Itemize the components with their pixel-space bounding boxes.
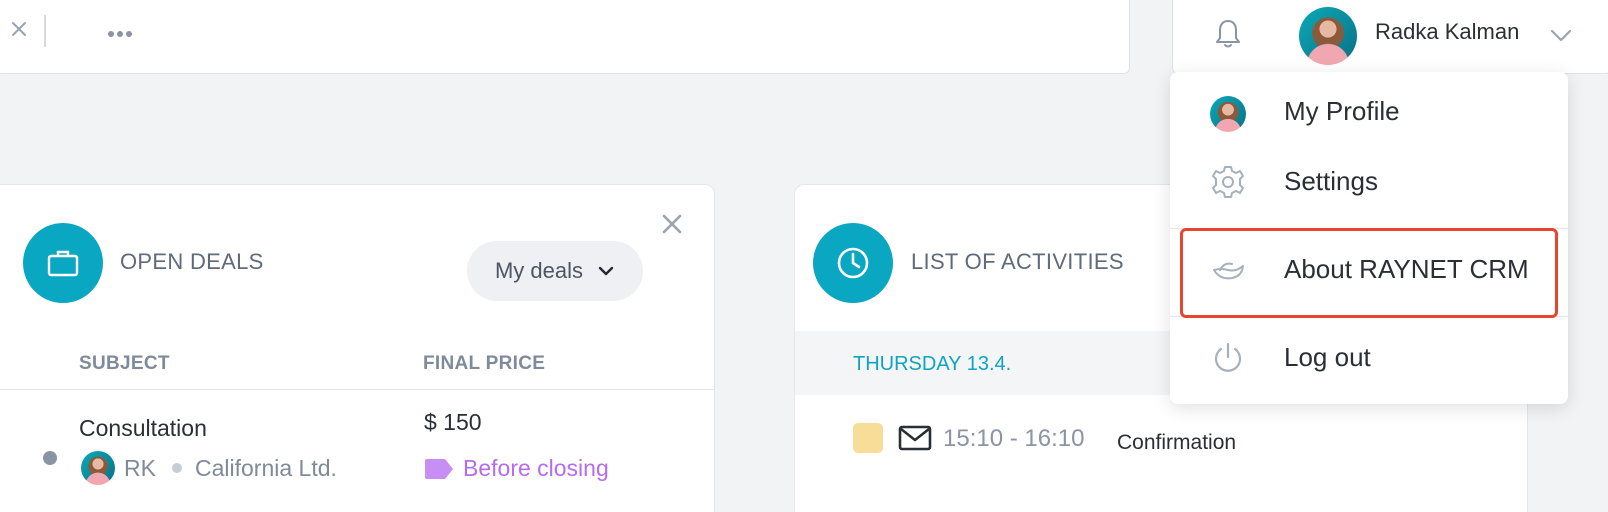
top-toolbar <box>0 0 1130 74</box>
activity-color-marker <box>853 423 883 453</box>
status-dot <box>43 451 57 465</box>
clock-icon <box>813 223 893 303</box>
deal-subject[interactable]: Consultation <box>79 415 207 442</box>
date-label: THURSDAY 13.4. <box>853 353 1012 375</box>
deal-owner: RK <box>124 455 156 481</box>
widget-title: OPEN DEALS <box>120 249 264 274</box>
highlight-box <box>1180 228 1558 318</box>
power-icon <box>1214 342 1242 372</box>
user-name[interactable]: Radka Kalman <box>1375 19 1519 45</box>
menu-item-my-profile[interactable]: My Profile <box>1170 76 1568 144</box>
tag-icon <box>425 459 453 479</box>
deal-price: $ 150 <box>424 409 482 435</box>
menu-item-label: Log out <box>1284 342 1371 372</box>
briefcase-icon <box>23 223 103 303</box>
chevron-down-icon[interactable] <box>1547 21 1575 49</box>
menu-item-settings[interactable]: Settings <box>1170 146 1568 214</box>
column-header-subject[interactable]: SUBJECT <box>79 353 170 375</box>
activity-time: 15:10 - 16:10 <box>943 425 1085 452</box>
gear-icon <box>1212 166 1244 198</box>
mail-icon <box>898 425 932 451</box>
avatar <box>1210 96 1246 132</box>
deal-company[interactable]: California Ltd. <box>195 455 337 482</box>
owner-avatar <box>81 451 115 485</box>
activity-title[interactable]: Confirmation <box>1117 431 1236 455</box>
bell-icon[interactable] <box>1211 17 1245 51</box>
menu-item-label: My Profile <box>1284 96 1400 126</box>
user-bar: Radka Kalman <box>1172 0 1608 74</box>
deal-stage: Before closing <box>463 455 609 481</box>
deals-filter-dropdown[interactable]: My deals <box>467 241 643 301</box>
menu-item-label: Settings <box>1284 166 1378 196</box>
deals-filter-label: My deals <box>494 258 584 283</box>
header-divider <box>0 389 714 390</box>
menu-item-log-out[interactable]: Log out <box>1170 322 1568 390</box>
close-widget-icon[interactable] <box>659 211 685 237</box>
more-options-icon[interactable] <box>108 31 132 37</box>
close-icon[interactable] <box>7 17 31 41</box>
open-deals-widget: OPEN DEALS My deals SUBJECT FINAL PRICE … <box>0 184 715 512</box>
column-header-final-price[interactable]: FINAL PRICE <box>423 353 545 375</box>
separator-dot <box>172 463 182 473</box>
toolbar-divider <box>44 15 46 47</box>
widget-title: LIST OF ACTIVITIES <box>911 249 1124 274</box>
user-avatar[interactable] <box>1299 7 1357 65</box>
chevron-down-icon <box>598 266 614 276</box>
